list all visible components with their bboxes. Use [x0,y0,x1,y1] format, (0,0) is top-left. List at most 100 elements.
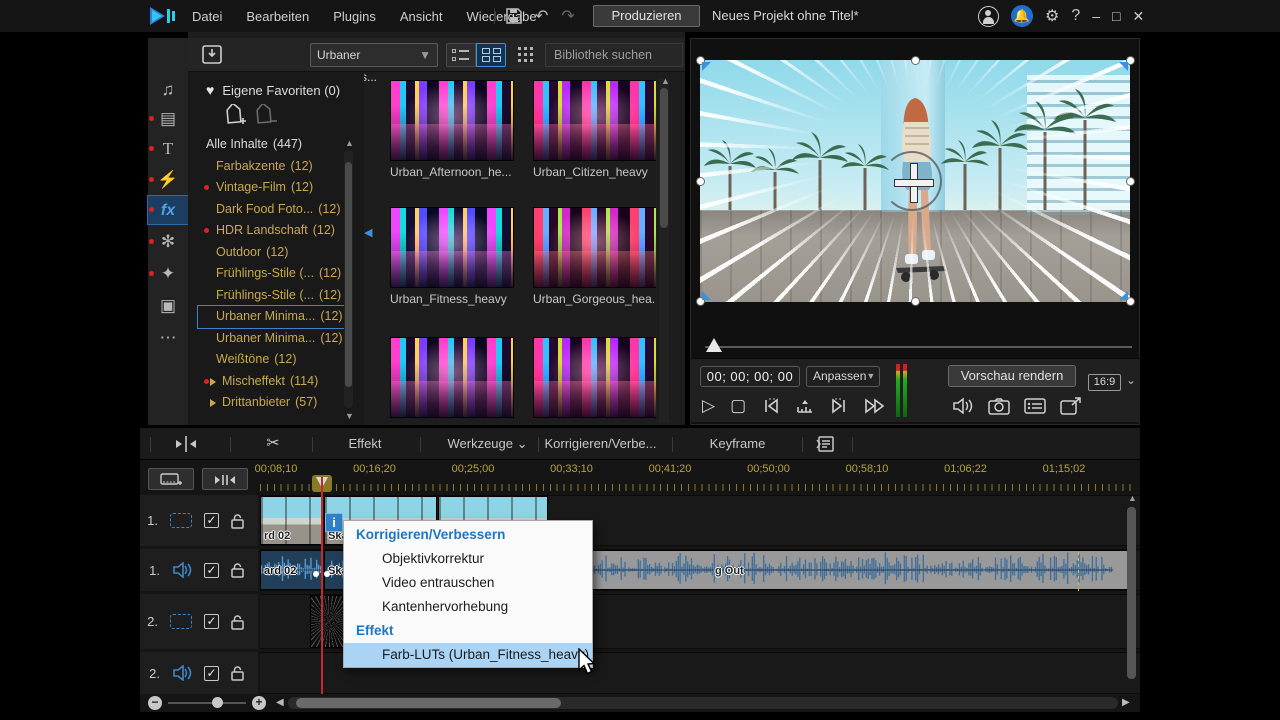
corner-handle[interactable] [702,62,711,71]
effect-thumbnail[interactable]: Urban_Citizen_heavy [533,80,656,179]
resize-handle[interactable] [696,177,705,186]
details-view-icon[interactable] [1024,397,1046,415]
category-item[interactable]: Alle Inhalte(447) [198,134,348,156]
aspect-ratio-badge[interactable]: 16:9 [1088,374,1121,391]
effect-thumbnail[interactable]: Urban_Fitness_heavy [390,207,514,306]
effect-thumbnail[interactable]: Urban_Gorgeous_hea... [533,207,656,306]
library-scrollbar[interactable]: ▲ [659,78,669,423]
scroll-up-icon[interactable]: ▲ [345,138,354,148]
previous-frame-button[interactable] [761,398,781,414]
add-tag-icon[interactable] [222,104,248,128]
move-rotate-gizmo[interactable] [896,165,932,201]
lock-open-icon[interactable] [231,513,244,529]
stop-button[interactable]: ▢ [730,393,746,419]
effect-thumbnail[interactable] [390,337,514,418]
trim-scissors-icon[interactable]: ✂ [258,428,288,460]
maximize-button[interactable]: □ [1112,8,1120,24]
track-enable-checkbox[interactable]: ✓ [204,666,219,681]
lock-open-icon[interactable] [231,562,244,578]
timeline-ruler[interactable]: 00;08;1000;16;2000;25;0000;33;1000;41;20… [260,460,1140,493]
context-menu-item[interactable]: Objektivkorrektur [344,547,592,571]
timeline-vertical-scrollbar[interactable]: ▲ ▼ [1126,497,1137,720]
category-item[interactable]: Frühlings-Stile (...(12) [198,285,348,307]
step-record-button[interactable] [796,398,814,414]
menu-item[interactable]: Ansicht [400,9,443,24]
scroll-left-icon[interactable]: ◀ [276,697,284,709]
zoom-slider[interactable] [168,702,246,704]
category-item[interactable]: Weißtöne(12) [198,349,348,371]
volume-keyframe-dot[interactable] [324,571,330,577]
zoom-in-button[interactable]: + [252,696,266,710]
seek-bar[interactable] [705,346,1132,348]
notification-bell-icon[interactable]: 🔔 [1011,5,1033,27]
next-frame-button[interactable] [829,398,849,414]
lock-open-icon[interactable] [231,665,244,681]
add-track-button[interactable] [148,468,194,490]
import-media-icon[interactable] [202,45,222,64]
volume-icon[interactable] [952,397,974,415]
snapshot-camera-icon[interactable] [988,397,1010,415]
effect-thumbnail[interactable] [533,337,656,418]
fast-forward-button[interactable] [864,398,886,414]
chevron-down-icon[interactable]: ⌄ [1126,373,1136,387]
snap-magnet-button[interactable] [202,468,248,490]
overlay-room-icon[interactable]: ✻ [148,228,188,256]
search-input[interactable]: Bibliothek suchen [545,43,683,67]
subtitle-room-icon[interactable]: ▣ [148,292,188,320]
resize-handle[interactable] [1126,177,1135,186]
list-view-button[interactable] [446,43,476,67]
volume-keyframe-dot[interactable] [313,571,319,577]
category-item[interactable]: Farbakzente(12) [198,156,348,178]
favorites-item[interactable]: ♥Eigene Favoriten (0) [206,82,340,98]
track-enable-checkbox[interactable]: ✓ [204,614,219,629]
lock-open-icon[interactable] [231,614,244,630]
style-filter-dropdown[interactable]: Urbaner Minimalis...▼ [310,43,438,67]
zoom-out-button[interactable]: − [148,696,162,710]
corner-handle[interactable] [702,291,711,300]
category-item[interactable]: Urbaner Minima...(12) [198,328,348,350]
scroll-right-icon[interactable]: ▶ [1122,697,1130,709]
render-preview-button[interactable]: Vorschau rendern [948,365,1076,387]
category-item[interactable]: Vintage-Film(12) [198,177,348,199]
track-enable-checkbox[interactable]: ✓ [204,563,219,578]
playhead-line[interactable] [321,477,323,694]
tools-dropdown-button[interactable]: Werkzeuge ⌄ [445,428,530,460]
resize-handle[interactable] [911,297,920,306]
popout-window-icon[interactable] [1060,397,1082,415]
split-clip-icon[interactable] [174,436,198,452]
scroll-up-icon[interactable]: ▲ [1128,493,1137,503]
settings-gear-icon[interactable]: ⚙ [1045,6,1059,26]
category-item[interactable]: Frühlings-Stile (...(12) [198,263,348,285]
content-filter-grid-icon[interactable] [518,47,536,63]
media-room-icon[interactable]: ♫ [148,76,188,104]
context-menu-item-highlighted[interactable]: Farb-LUTs (Urban_Fitness_heavy) [344,643,592,667]
account-icon[interactable] [978,6,999,27]
resize-handle[interactable] [911,56,920,65]
timeline-clip-video[interactable]: rd 02 [260,496,323,545]
timeline-clip-audio[interactable]: ard 02 [260,550,323,590]
video-overlay-room-icon[interactable]: ▤ [148,105,188,133]
title-room-icon[interactable]: T [148,135,188,163]
more-rooms-icon[interactable]: ⋯ [148,324,188,352]
category-item[interactable]: Outdoor(12) [198,242,348,264]
category-scrollbar[interactable]: ▲ ▼ [344,150,353,408]
grid-view-button[interactable] [476,43,506,67]
corner-handle[interactable] [1119,291,1128,300]
corner-handle[interactable] [1119,62,1128,71]
timeline-horizontal-scrollbar[interactable] [288,697,1118,709]
context-menu-item[interactable]: Kantenhervorhebung [344,595,592,619]
track-enable-checkbox[interactable]: ✓ [204,513,219,528]
redo-icon[interactable]: ↷ [561,6,574,26]
menu-item[interactable]: Datei [192,9,222,24]
play-button[interactable]: ▷ [702,393,715,419]
context-menu-item[interactable]: Video entrauschen [344,571,592,595]
close-button[interactable]: ✕ [1133,8,1145,25]
category-item[interactable]: HDR Landschaft(12) [198,220,348,242]
effect-toolbar-button[interactable]: Effekt [325,428,405,460]
scroll-up-icon[interactable]: ▲ [661,76,670,86]
menu-item[interactable]: Plugins [333,9,376,24]
category-item[interactable]: Drittanbieter(57) [198,392,348,414]
minimize-button[interactable]: – [1092,8,1100,24]
transition-room-icon[interactable]: ⚡ [148,166,188,194]
category-item[interactable]: Mischeffekt(114) [198,371,348,393]
